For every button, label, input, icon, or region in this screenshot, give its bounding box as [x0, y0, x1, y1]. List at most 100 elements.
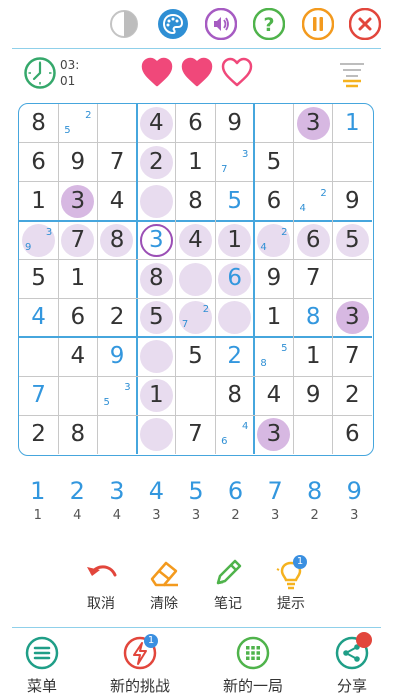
- board-cell-r8c6[interactable]: 8: [215, 376, 254, 415]
- board-cell-r3c5[interactable]: 8: [176, 182, 215, 221]
- board-cell-r5c5[interactable]: [176, 260, 215, 299]
- board-cell-r3c1[interactable]: 1: [19, 182, 58, 221]
- board-cell-r5c8[interactable]: 7: [294, 260, 333, 299]
- undo-button[interactable]: 取消: [71, 555, 131, 615]
- board-cell-r1c5[interactable]: 6: [176, 104, 215, 143]
- board-cell-r3c3[interactable]: 4: [97, 182, 136, 221]
- board-cell-r8c8[interactable]: 9: [294, 376, 333, 415]
- number-key-2[interactable]: 24: [58, 476, 98, 536]
- board-cell-r7c9[interactable]: 7: [333, 337, 372, 376]
- board-cell-r6c1[interactable]: 4: [19, 298, 58, 337]
- board-cell-r5c7[interactable]: 9: [254, 260, 293, 299]
- board-cell-r5c9[interactable]: [333, 260, 372, 299]
- board-cell-r9c2[interactable]: 8: [58, 415, 97, 454]
- board-cell-r8c2[interactable]: [58, 376, 97, 415]
- board-cell-r7c5[interactable]: 5: [176, 337, 215, 376]
- number-key-7[interactable]: 73: [255, 476, 295, 536]
- board-cell-r2c5[interactable]: 1: [176, 143, 215, 182]
- board-cell-r2c2[interactable]: 9: [58, 143, 97, 182]
- board-cell-r1c1[interactable]: 8: [19, 104, 58, 143]
- board-cell-r7c6[interactable]: 2: [215, 337, 254, 376]
- board-cell-r5c1[interactable]: 5: [19, 260, 58, 299]
- board-cell-r9c8[interactable]: [294, 415, 333, 454]
- board-cell-r4c7[interactable]: 24: [254, 221, 293, 260]
- board-cell-r9c9[interactable]: 6: [333, 415, 372, 454]
- new-game-button[interactable]: 新的一局: [213, 630, 293, 700]
- board-cell-r7c2[interactable]: 4: [58, 337, 97, 376]
- board-cell-r5c2[interactable]: 1: [58, 260, 97, 299]
- board-cell-r9c4[interactable]: [137, 415, 176, 454]
- board-cell-r6c3[interactable]: 2: [97, 298, 136, 337]
- board-cell-r1c4[interactable]: 4: [137, 104, 176, 143]
- board-cell-r1c2[interactable]: 25: [58, 104, 97, 143]
- board-cell-r8c9[interactable]: 2: [333, 376, 372, 415]
- board-cell-r1c8[interactable]: 3: [294, 104, 333, 143]
- board-cell-r2c1[interactable]: 6: [19, 143, 58, 182]
- board-cell-r1c6[interactable]: 9: [215, 104, 254, 143]
- board-cell-r6c8[interactable]: 8: [294, 298, 333, 337]
- board-cell-r9c3[interactable]: [97, 415, 136, 454]
- board-cell-r4c1[interactable]: 39: [19, 221, 58, 260]
- board-cell-r6c4[interactable]: 5: [137, 298, 176, 337]
- notes-button[interactable]: 笔记: [198, 555, 258, 615]
- board-cell-r3c4[interactable]: [137, 182, 176, 221]
- board-cell-r9c6[interactable]: 46: [215, 415, 254, 454]
- board-cell-r4c9[interactable]: 5: [333, 221, 372, 260]
- board-cell-r9c5[interactable]: 7: [176, 415, 215, 454]
- board-cell-r6c5[interactable]: 27: [176, 298, 215, 337]
- board-cell-r2c8[interactable]: [294, 143, 333, 182]
- number-key-6[interactable]: 62: [216, 476, 256, 536]
- board-cell-r7c1[interactable]: [19, 337, 58, 376]
- board-cell-r6c7[interactable]: 1: [254, 298, 293, 337]
- board-cell-r9c1[interactable]: 2: [19, 415, 58, 454]
- number-key-4[interactable]: 43: [137, 476, 177, 536]
- board-cell-r2c4[interactable]: 2: [137, 143, 176, 182]
- board-cell-r4c8[interactable]: 6: [294, 221, 333, 260]
- board-cell-r3c7[interactable]: 6: [254, 182, 293, 221]
- number-key-8[interactable]: 82: [295, 476, 335, 536]
- pause-icon[interactable]: [302, 8, 334, 40]
- board-cell-r7c4[interactable]: [137, 337, 176, 376]
- number-key-1[interactable]: 11: [18, 476, 58, 536]
- number-key-5[interactable]: 53: [176, 476, 216, 536]
- board-cell-r8c1[interactable]: 7: [19, 376, 58, 415]
- board-cell-r5c3[interactable]: [97, 260, 136, 299]
- board-cell-r6c6[interactable]: [215, 298, 254, 337]
- share-button[interactable]: 分享: [322, 630, 382, 700]
- board-cell-r9c7[interactable]: 3: [254, 415, 293, 454]
- board-cell-r4c5[interactable]: 4: [176, 221, 215, 260]
- board-cell-r4c4[interactable]: 3: [137, 221, 176, 260]
- board-cell-r7c3[interactable]: 9: [97, 337, 136, 376]
- number-key-9[interactable]: 93: [334, 476, 374, 536]
- board-cell-r3c2[interactable]: 3: [58, 182, 97, 221]
- board-cell-r8c5[interactable]: [176, 376, 215, 415]
- board-cell-r8c3[interactable]: 35: [97, 376, 136, 415]
- board-cell-r7c7[interactable]: 58: [254, 337, 293, 376]
- menu-button[interactable]: 菜单: [12, 630, 72, 700]
- number-key-3[interactable]: 34: [97, 476, 137, 536]
- board-cell-r6c2[interactable]: 6: [58, 298, 97, 337]
- help-icon[interactable]: ?: [253, 8, 285, 40]
- board-cell-r2c6[interactable]: 37: [215, 143, 254, 182]
- board-cell-r4c2[interactable]: 7: [58, 221, 97, 260]
- palette-icon[interactable]: [157, 8, 189, 40]
- close-icon[interactable]: [349, 8, 381, 40]
- hint-button[interactable]: 1 提示: [261, 555, 321, 615]
- board-cell-r8c7[interactable]: 4: [254, 376, 293, 415]
- board-cell-r4c3[interactable]: 8: [97, 221, 136, 260]
- board-cell-r2c9[interactable]: [333, 143, 372, 182]
- board-cell-r1c7[interactable]: [254, 104, 293, 143]
- board-cell-r3c9[interactable]: 9: [333, 182, 372, 221]
- board-cell-r2c7[interactable]: 5: [254, 143, 293, 182]
- contrast-icon[interactable]: [108, 8, 140, 40]
- erase-button[interactable]: 清除: [134, 555, 194, 615]
- list-icon[interactable]: [338, 60, 366, 88]
- board-cell-r1c3[interactable]: [97, 104, 136, 143]
- board-cell-r7c8[interactable]: 1: [294, 337, 333, 376]
- board-cell-r8c4[interactable]: 1: [137, 376, 176, 415]
- new-challenge-button[interactable]: 1 新的挑战: [100, 630, 180, 700]
- board-cell-r5c4[interactable]: 8: [137, 260, 176, 299]
- board-cell-r6c9[interactable]: 3: [333, 298, 372, 337]
- board-cell-r4c6[interactable]: 1: [215, 221, 254, 260]
- board-cell-r2c3[interactable]: 7: [97, 143, 136, 182]
